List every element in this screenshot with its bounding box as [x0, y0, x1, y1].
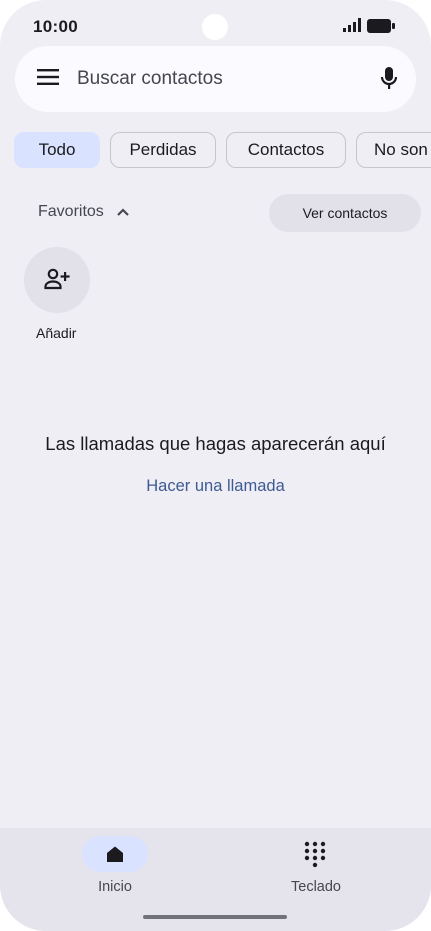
signal-icon: [343, 18, 361, 32]
favorites-label[interactable]: Favoritos: [38, 203, 104, 221]
camera-cutout: [202, 14, 228, 40]
nav-dialpad-label[interactable]: Teclado: [276, 879, 356, 895]
add-favorite-label: Añadir: [36, 325, 77, 341]
add-person-icon: [44, 268, 70, 290]
bottom-navigation: Inicio Teclado: [0, 828, 431, 931]
filter-chip-contacts[interactable]: Contactos: [226, 132, 346, 168]
phone-screen: 10:00 Buscar contactos Todo Perdidas Con…: [0, 0, 431, 931]
status-bar: 10:00: [0, 0, 431, 52]
view-contacts-button[interactable]: Ver contactos: [269, 194, 421, 232]
make-call-link[interactable]: Hacer una llamada: [0, 477, 431, 496]
battery-icon: [367, 19, 395, 33]
nav-home-button[interactable]: [82, 836, 148, 872]
chevron-up-icon[interactable]: [116, 208, 130, 217]
search-input[interactable]: Buscar contactos: [77, 68, 223, 90]
add-favorite-button[interactable]: [24, 247, 90, 313]
search-bar[interactable]: Buscar contactos: [15, 46, 416, 112]
microphone-icon[interactable]: [380, 66, 398, 92]
menu-icon[interactable]: [37, 69, 59, 85]
status-time: 10:00: [33, 17, 78, 36]
filter-chip-missed[interactable]: Perdidas: [110, 132, 216, 168]
filter-chip-all[interactable]: Todo: [14, 132, 100, 168]
dialpad-icon[interactable]: [304, 841, 326, 869]
gesture-home-bar[interactable]: [143, 915, 287, 919]
home-icon: [107, 846, 123, 862]
nav-home-label[interactable]: Inicio: [82, 879, 148, 895]
filter-chip-non-contacts[interactable]: No son: [356, 132, 431, 168]
empty-state-message: Las llamadas que hagas aparecerán aquí: [45, 433, 386, 454]
